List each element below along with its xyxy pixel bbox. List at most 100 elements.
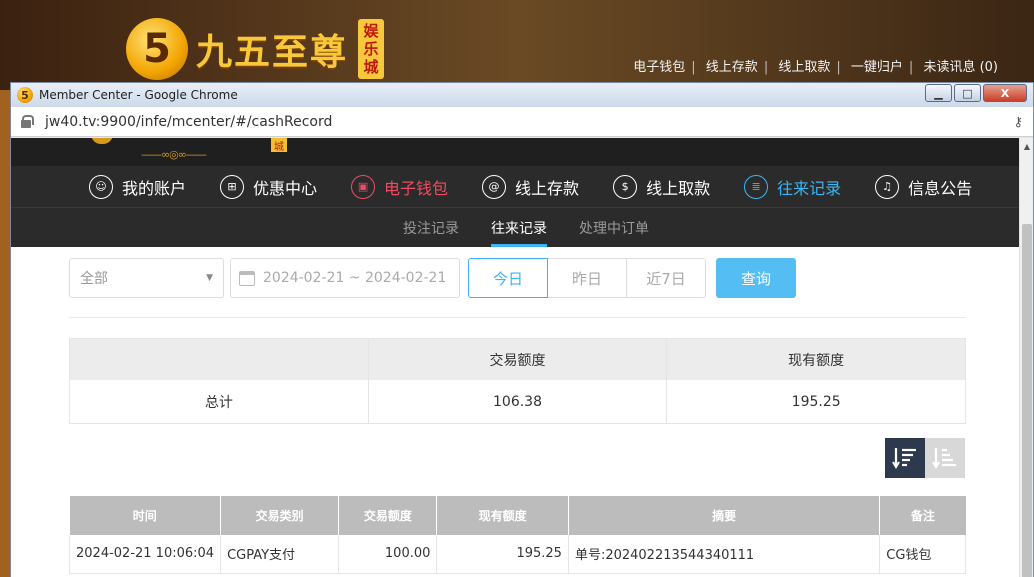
nav-label: 信息公告: [908, 178, 973, 198]
cell-summary: 单号:202402213544340111: [568, 535, 881, 574]
tab-cash-records[interactable]: 往来记录: [491, 208, 547, 247]
scroll-up-arrow-icon[interactable]: ▲: [1020, 138, 1034, 154]
quick-date-group: 今日 昨日 近7日: [468, 258, 706, 298]
background-top-links: 电子钱包 | 线上存款 | 线上取款 | 一键归户 | 未读讯息 (0): [633, 60, 998, 75]
tab-pending-orders[interactable]: 处理中订单: [579, 208, 649, 247]
header-balance[interactable]: 现有额度: [436, 496, 569, 535]
sub-nav: 投注记录 往来记录 处理中订单: [11, 208, 1019, 247]
filter-bar: 全部 ▼ 2024-02-21 ~ 2024-02-21 今日 昨日 近7日 查…: [69, 258, 796, 298]
sort-asc-button[interactable]: [925, 438, 965, 478]
header-amount[interactable]: 交易额度: [338, 496, 438, 535]
summary-header-cell: 交易额度: [369, 339, 668, 380]
date-range-value: 2024-02-21 ~ 2024-02-21: [263, 270, 447, 286]
calendar-icon: [239, 270, 255, 286]
type-select-value: 全部: [80, 271, 108, 287]
app-icon: 5: [17, 87, 33, 103]
window-titlebar[interactable]: 5 Member Center - Google Chrome ▁ □ X: [11, 83, 1033, 107]
chevron-down-icon: ▼: [206, 273, 213, 283]
nav-label: 往来记录: [777, 178, 842, 198]
nav-withdraw[interactable]: $ 线上取款: [613, 174, 711, 199]
logo-text: 九五至尊: [196, 31, 349, 73]
records-header-row: 时间 交易类别 交易额度 现有额度 摘要 备注: [69, 496, 966, 535]
last-7-days-button[interactable]: 近7日: [626, 258, 706, 298]
minimize-button[interactable]: ▁: [925, 84, 952, 102]
yesterday-button[interactable]: 昨日: [547, 258, 627, 298]
key-icon[interactable]: ⚷: [1013, 115, 1023, 130]
cell-balance: 195.25: [436, 535, 569, 574]
record-icon: ≣: [744, 174, 769, 199]
withdraw-icon: $: [613, 174, 638, 199]
bg-link-wallet[interactable]: 电子钱包: [633, 60, 685, 75]
logo-tag: 娱 乐 城: [358, 19, 385, 79]
summary-header-cell: [70, 339, 369, 380]
nav-announcements[interactable]: ♫ 信息公告: [875, 174, 973, 199]
browser-window: 5 Member Center - Google Chrome ▁ □ X jw…: [10, 82, 1034, 577]
user-icon: ☺: [89, 174, 113, 199]
scroll-thumb[interactable]: [1022, 224, 1032, 577]
nav-label: 优惠中心: [253, 178, 318, 198]
summary-row: 总计 106.38 195.25: [70, 380, 965, 423]
summary-header: 交易额度 现有额度: [70, 339, 965, 380]
url-text[interactable]: jw40.tv:9900/infe/mcenter/#/cashRecord: [45, 114, 332, 130]
logo-tag: 城: [271, 138, 287, 153]
header-type[interactable]: 交易类别: [220, 496, 340, 535]
nav-promotions[interactable]: ⊞ 优惠中心: [220, 174, 318, 199]
gift-icon: ⊞: [220, 174, 245, 199]
bell-icon: ♫: [875, 174, 900, 199]
close-button[interactable]: X: [983, 84, 1027, 102]
nav-label: 我的账户: [122, 178, 187, 198]
wallet-icon: ▣: [351, 174, 376, 199]
bg-link-merge[interactable]: 一键归户: [851, 60, 903, 75]
sort-toggle: [885, 438, 965, 478]
cell-time: 2024-02-21 10:06:04: [68, 535, 222, 574]
page-viewport: ——∞◎∞—— 城 ☺ 我的账户 ⊞ 优惠中心 ▣ 电子钱包 @ 线上存款 $: [11, 138, 1019, 577]
window-title: Member Center - Google Chrome: [39, 88, 238, 102]
divider: [69, 317, 966, 318]
vertical-scrollbar[interactable]: ▲: [1019, 138, 1033, 577]
background-logo: 5 九五至尊 娱 乐 城: [126, 18, 385, 80]
logo-coin-icon: [91, 138, 113, 144]
nav-label: 线上取款: [646, 178, 711, 198]
header-summary[interactable]: 摘要: [568, 496, 881, 535]
bg-link-unread[interactable]: 未读讯息 (0): [923, 60, 998, 75]
lock-icon[interactable]: [21, 115, 34, 128]
window-controls: ▁ □ X: [923, 84, 1027, 102]
logo-ornament: ——∞◎∞——: [141, 148, 207, 161]
cell-amount: 100.00: [338, 535, 438, 574]
maximize-button[interactable]: □: [954, 84, 981, 102]
site-logo-partial[interactable]: ——∞◎∞—— 城: [91, 138, 291, 166]
sort-descending-icon: [892, 448, 916, 469]
bg-link-deposit[interactable]: 线上存款: [706, 60, 758, 75]
bg-link-withdraw[interactable]: 线上取款: [778, 60, 830, 75]
main-nav: ☺ 我的账户 ⊞ 优惠中心 ▣ 电子钱包 @ 线上存款 $ 线上取款 ≣ 往来记…: [11, 166, 1019, 208]
deposit-icon: @: [482, 174, 507, 199]
summary-header-cell: 现有额度: [788, 352, 845, 369]
nav-my-account[interactable]: ☺ 我的账户: [89, 174, 187, 199]
today-button[interactable]: 今日: [468, 258, 548, 298]
records-table: 时间 交易类别 交易额度 现有额度 摘要 备注 2024-02-21 10:06…: [68, 496, 966, 574]
nav-label: 线上存款: [515, 178, 580, 198]
nav-label: 电子钱包: [384, 178, 449, 198]
type-select[interactable]: 全部 ▼: [69, 258, 224, 298]
table-row: 2024-02-21 10:06:04 CGPAY支付 100.00 195.2…: [68, 535, 966, 574]
summary-transaction-amount: 106.38: [369, 380, 668, 423]
summary-table: 交易额度 现有额度 总计 106.38 195.25: [69, 338, 966, 424]
background-header: 5 九五至尊 娱 乐 城 电子钱包 | 线上存款 | 线上取款 | 一键归户 | 未读讯…: [0, 0, 1034, 90]
nav-e-wallet[interactable]: ▣ 电子钱包: [351, 174, 449, 199]
logo-coin-icon: 5: [126, 18, 188, 80]
header-note[interactable]: 备注: [879, 496, 966, 535]
summary-current-balance: 195.25: [791, 393, 841, 410]
tab-bet-records[interactable]: 投注记录: [403, 208, 459, 247]
cell-type: CGPAY支付: [220, 535, 340, 574]
date-range-input[interactable]: 2024-02-21 ~ 2024-02-21: [230, 258, 460, 298]
background-left-strip: [0, 90, 10, 577]
address-bar: jw40.tv:9900/infe/mcenter/#/cashRecord ⚷: [11, 107, 1033, 137]
header-time[interactable]: 时间: [69, 496, 222, 535]
sort-ascending-icon: [932, 448, 956, 469]
sort-desc-button[interactable]: [885, 438, 925, 478]
site-top-bar: ——∞◎∞—— 城: [11, 138, 1019, 166]
nav-records[interactable]: ≣ 往来记录: [744, 174, 842, 199]
search-button[interactable]: 查询: [716, 258, 796, 298]
cell-note: CG钱包: [879, 535, 966, 574]
nav-deposit[interactable]: @ 线上存款: [482, 174, 580, 199]
